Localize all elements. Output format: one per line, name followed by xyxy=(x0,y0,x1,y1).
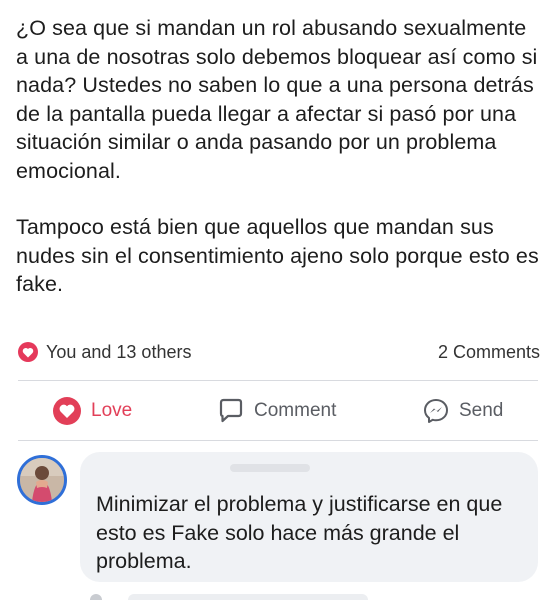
love-button[interactable]: Love xyxy=(52,392,132,430)
reactions-summary[interactable]: You and 13 others xyxy=(18,342,191,363)
divider-bottom xyxy=(18,440,538,441)
heart-filled-icon xyxy=(53,397,81,425)
heart-icon xyxy=(18,342,38,362)
post-paragraph-1: ¿O sea que si mandan un rol abusando sex… xyxy=(16,16,538,183)
reactions-row: You and 13 others 2 Comments xyxy=(18,338,540,366)
love-label: Love xyxy=(91,400,133,421)
post-body: ¿O sea que si mandan un rol abusando sex… xyxy=(16,14,544,299)
comment-bubble[interactable]: Minimizar el problema y justificarse en … xyxy=(80,452,538,582)
divider-top xyxy=(18,380,538,381)
send-label: Send xyxy=(459,400,504,421)
next-comment-avatar-partial xyxy=(90,594,102,600)
actions-bar: Love Comment Send xyxy=(0,392,554,430)
reactions-summary-label: You and 13 others xyxy=(46,341,192,362)
messenger-icon xyxy=(424,399,448,423)
comment-label: Comment xyxy=(254,400,337,421)
comment-text: Minimizar el problema y justificarse en … xyxy=(96,492,503,573)
comments-count-link[interactable]: 2 Comments xyxy=(438,342,540,363)
next-comment-bubble-partial xyxy=(128,594,368,600)
post-paragraph-2: Tampoco está bien que aquellos que manda… xyxy=(16,215,539,296)
commenter-name-redacted xyxy=(230,464,310,472)
send-button[interactable]: Send xyxy=(422,392,503,430)
commenter-avatar[interactable] xyxy=(17,455,67,505)
comment-button[interactable]: Comment xyxy=(217,392,336,430)
comment-bubble-icon xyxy=(219,398,243,423)
